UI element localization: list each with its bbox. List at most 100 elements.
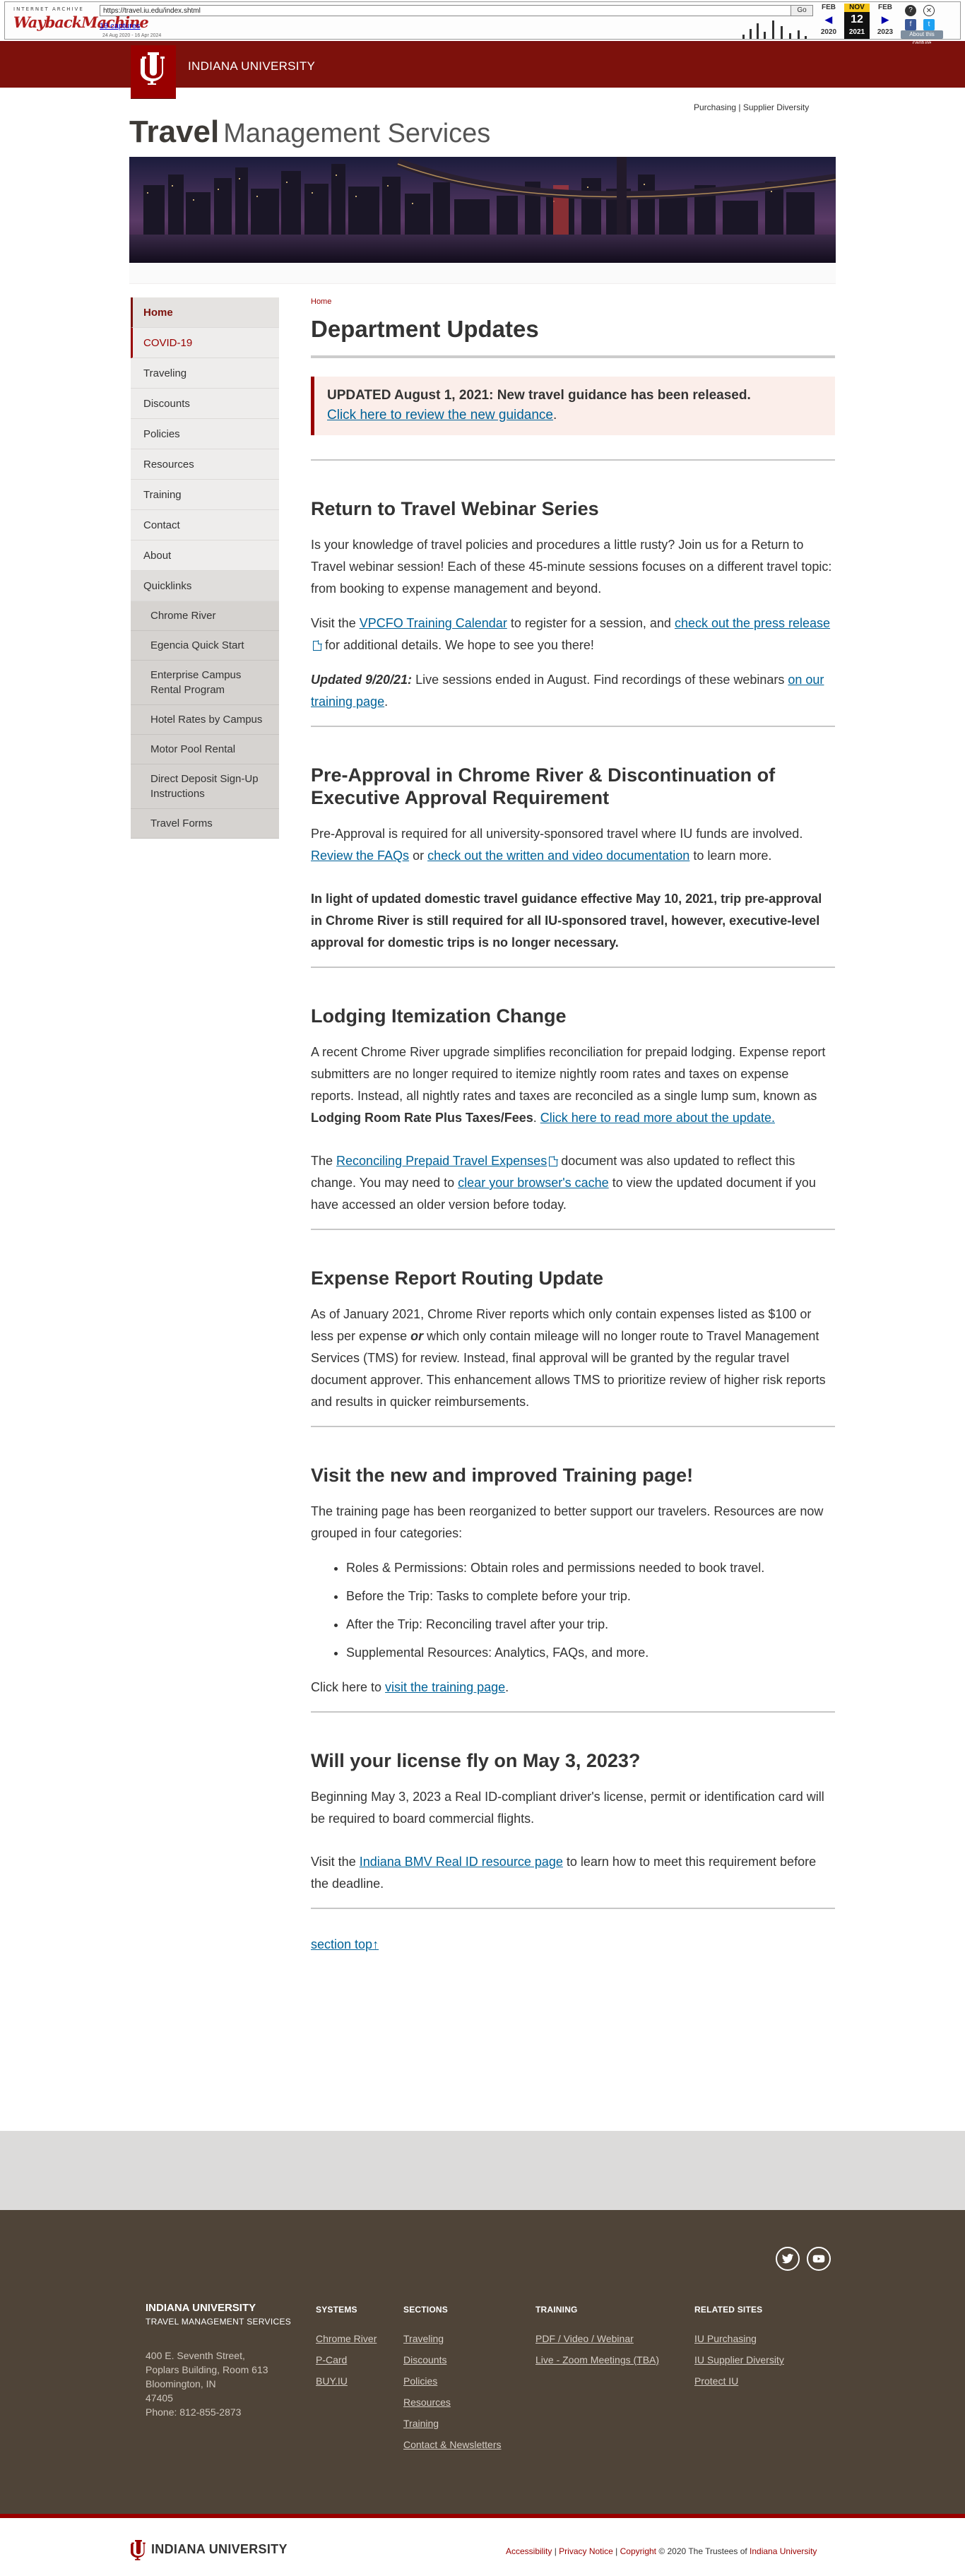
footer-link[interactable]: Discounts — [403, 2354, 502, 2366]
document-icon — [313, 640, 322, 651]
footer-column-heading: Related Sites — [694, 2305, 763, 2315]
document-icon — [549, 1156, 559, 1166]
preapproval-notice: In light of updated domestic travel guid… — [311, 892, 822, 950]
sidebar-item-training[interactable]: Training — [131, 480, 279, 510]
sidebar-item-home[interactable]: Home — [131, 297, 279, 328]
twitter-icon[interactable] — [776, 2247, 800, 2271]
footer-link[interactable]: IU Purchasing — [694, 2333, 784, 2345]
text: Visit the — [311, 616, 360, 630]
faqs-link[interactable]: Review the FAQs — [311, 849, 409, 863]
sidebar-item-resources[interactable]: Resources — [131, 449, 279, 480]
banner-caption-strip — [129, 263, 836, 284]
quicklink-motor-pool[interactable]: Motor Pool Rental — [131, 735, 279, 764]
sidebar-quicklinks-heading[interactable]: Quicklinks — [131, 571, 279, 601]
help-icon[interactable]: ? — [905, 5, 916, 16]
trident-icon — [141, 52, 165, 85]
text: Visit the — [311, 1855, 360, 1869]
lodging-rate-term: Lodging Room Rate Plus Taxes/Fees — [311, 1111, 533, 1125]
preapproval-heading: Pre-Approval in Chrome River & Discontin… — [311, 764, 776, 808]
youtube-icon[interactable] — [807, 2247, 831, 2271]
trident-icon[interactable] — [131, 2539, 146, 2560]
vpcfo-calendar-link[interactable]: VPCFO Training Calendar — [360, 616, 507, 630]
alert-period: . — [553, 408, 557, 423]
training-heading: Visit the new and improved Training page… — [311, 1465, 694, 1486]
copyright-text: © 2020 The Trustees of — [656, 2546, 750, 2556]
webinar-intro: Is your knowledge of travel policies and… — [311, 538, 832, 596]
footer-systems-column: Systems Chrome River P-Card BUY.IU — [316, 2305, 377, 2397]
footer-link[interactable]: Live - Zoom Meetings (TBA) — [535, 2354, 659, 2366]
quicklink-hotel-rates[interactable]: Hotel Rates by Campus — [131, 705, 279, 735]
wayback-url-input[interactable] — [100, 5, 810, 16]
footer-column-heading: Training — [535, 2305, 578, 2315]
quicklink-egencia[interactable]: Egencia Quick Start — [131, 631, 279, 661]
alert-guidance-link[interactable]: Click here to review the new guidance — [327, 408, 553, 423]
wayback-next-month[interactable]: FEB ▶ 2023 — [872, 4, 898, 39]
next-arrow-icon[interactable]: ▶ — [872, 12, 898, 28]
wayback-logo[interactable]: INTERNET ARCHIVE WaybackMachine — [13, 6, 149, 35]
iu-trident-logo[interactable] — [131, 45, 176, 99]
iu-wordmark[interactable]: INDIANA UNIVERSITY — [188, 59, 315, 73]
wayback-sparkline[interactable] — [740, 18, 810, 39]
prev-arrow-icon[interactable]: ◀ — [816, 12, 841, 28]
footer-link[interactable]: Traveling — [403, 2333, 502, 2345]
press-release-link[interactable]: check out the press release — [675, 616, 830, 630]
footer-link[interactable]: Policies — [403, 2375, 502, 2387]
reconciling-prepaid-link[interactable]: Reconciling Prepaid Travel Expenses — [336, 1154, 547, 1168]
list-item: Before the Trip: Tasks to complete befor… — [346, 1585, 835, 1607]
text: . — [533, 1111, 540, 1125]
facebook-icon[interactable]: f — [905, 19, 916, 30]
sidebar-item-about[interactable]: About — [131, 540, 279, 571]
lodging-heading: Lodging Itemization Change — [311, 1005, 567, 1027]
wayback-about-link[interactable]: About this capture — [901, 30, 943, 46]
footer-link[interactable]: PDF / Video / Webinar — [535, 2333, 659, 2345]
footer-link[interactable]: Chrome River — [316, 2333, 377, 2345]
wayback-captures-link[interactable]: 19 captures — [100, 22, 140, 30]
accessibility-link[interactable]: Accessibility — [506, 2546, 552, 2556]
license-text: Beginning May 3, 2023 a Real ID-complian… — [311, 1790, 824, 1826]
sidebar-item-discounts[interactable]: Discounts — [131, 389, 279, 419]
iu-link[interactable]: Indiana University — [750, 2546, 817, 2556]
site-title[interactable]: Travel Management Services — [129, 114, 490, 150]
main-content: Home Department Updates UPDATED August 1… — [311, 297, 835, 1952]
twitter-icon[interactable]: t — [923, 19, 935, 30]
quicklink-enterprise-rental[interactable]: Enterprise Campus Rental Program — [131, 661, 279, 705]
text: to learn more. — [689, 849, 772, 863]
legal-links: Accessibility | Privacy Notice | Copyrig… — [506, 2546, 817, 2556]
footer-link[interactable]: Training — [403, 2418, 502, 2430]
wayback-prev-month[interactable]: FEB ◀ 2020 — [816, 4, 841, 39]
quicklink-travel-forms[interactable]: Travel Forms — [131, 809, 279, 839]
lodging-update-link[interactable]: Click here to read more about the update… — [540, 1111, 775, 1125]
footer-link[interactable]: Resources — [403, 2397, 502, 2409]
bottom-university-name[interactable]: INDIANA UNIVERSITY — [151, 2542, 288, 2557]
visit-training-page-link[interactable]: visit the training page — [385, 1680, 505, 1694]
sidebar-item-covid-19[interactable]: COVID-19 — [131, 328, 279, 358]
sidebar-item-contact[interactable]: Contact — [131, 510, 279, 540]
breadcrumb-home-link[interactable]: Home — [311, 297, 331, 306]
wayback-date-range: 24 Aug 2020 - 16 Apr 2024 — [102, 33, 162, 38]
quicklink-chrome-river[interactable]: Chrome River — [131, 601, 279, 631]
footer-link[interactable]: Protect IU — [694, 2375, 784, 2387]
documentation-link[interactable]: check out the written and video document… — [427, 849, 689, 863]
privacy-notice-link[interactable]: Privacy Notice — [559, 2546, 613, 2556]
clear-cache-link[interactable]: clear your browser's cache — [458, 1176, 609, 1190]
footer-link[interactable]: Contact & Newsletters — [403, 2439, 502, 2451]
wayback-month-label: FEB — [878, 4, 892, 11]
bottom-bar: INDIANA UNIVERSITY Accessibility | Priva… — [0, 2514, 965, 2576]
sidebar-item-policies[interactable]: Policies — [131, 419, 279, 449]
webinar-update-text: Updated 9/20/21: Live sessions ended in … — [311, 669, 835, 713]
sidebar-item-traveling[interactable]: Traveling — [131, 358, 279, 389]
purchasing-link[interactable]: Purchasing — [694, 102, 736, 112]
footer-link[interactable]: P-Card — [316, 2354, 377, 2366]
routing-heading: Expense Report Routing Update — [311, 1268, 604, 1289]
text: or — [409, 849, 428, 863]
footer-link[interactable]: IU Supplier Diversity — [694, 2354, 784, 2366]
quicklink-direct-deposit[interactable]: Direct Deposit Sign-Up Instructions — [131, 764, 279, 809]
address-line: 400 E. Seventh Street, — [146, 2350, 245, 2361]
copyright-link[interactable]: Copyright — [620, 2546, 656, 2556]
bmv-real-id-link[interactable]: Indiana BMV Real ID resource page — [360, 1855, 563, 1869]
supplier-diversity-link[interactable]: Supplier Diversity — [743, 102, 809, 112]
wayback-go-button[interactable]: Go — [791, 5, 813, 16]
footer-link[interactable]: BUY.IU — [316, 2375, 377, 2387]
close-icon[interactable]: ✕ — [923, 5, 935, 16]
section-top-link[interactable]: section top↑ — [311, 1937, 379, 1951]
